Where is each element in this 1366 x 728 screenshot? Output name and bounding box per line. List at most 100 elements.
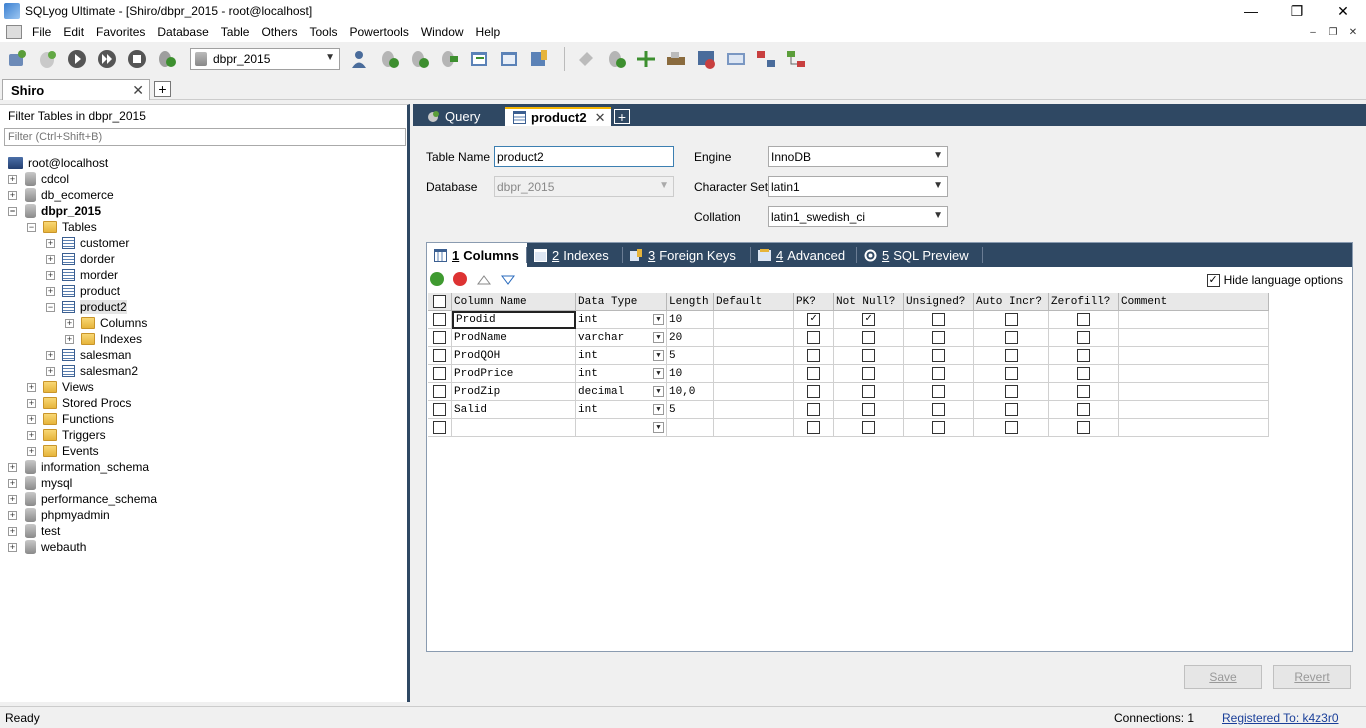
- default-cell[interactable]: [714, 383, 794, 401]
- row-select-cell[interactable]: [428, 329, 452, 347]
- checkbox-unchecked[interactable]: [433, 313, 446, 326]
- expand-icon[interactable]: +: [8, 462, 17, 472]
- chevron-down-icon[interactable]: ▼: [653, 404, 664, 415]
- length-cell[interactable]: 10: [667, 365, 714, 383]
- backup-database-icon[interactable]: [376, 46, 402, 72]
- checkbox-unchecked[interactable]: [433, 367, 446, 380]
- tree-item[interactable]: + cdcol: [8, 171, 69, 187]
- export-table-icon[interactable]: [466, 46, 492, 72]
- pk-cell[interactable]: [794, 419, 834, 437]
- restore-database-icon[interactable]: [406, 46, 432, 72]
- add-column-icon[interactable]: [430, 272, 444, 286]
- filter-tables-input[interactable]: [4, 128, 406, 146]
- chevron-down-icon[interactable]: ▼: [653, 368, 664, 379]
- autoinc-cell[interactable]: [974, 383, 1049, 401]
- checkbox-unchecked[interactable]: [1004, 313, 1018, 326]
- tab-advanced[interactable]: 4 Advanced: [751, 243, 857, 267]
- close-icon[interactable]: ✕: [132, 82, 144, 99]
- menu-file[interactable]: File: [26, 25, 57, 39]
- row-select-cell[interactable]: [428, 365, 452, 383]
- row-select-cell[interactable]: [428, 383, 452, 401]
- select-all-checkbox[interactable]: [433, 295, 446, 308]
- collapse-icon[interactable]: −: [8, 206, 17, 216]
- checkbox-unchecked[interactable]: [1004, 385, 1018, 398]
- default-cell[interactable]: [714, 311, 794, 329]
- import-external-data-icon[interactable]: [663, 46, 689, 72]
- checkbox-unchecked[interactable]: [433, 403, 446, 416]
- checkbox-unchecked[interactable]: [932, 349, 945, 362]
- checkbox-unchecked[interactable]: [433, 349, 446, 362]
- checkbox-unchecked[interactable]: [807, 367, 820, 380]
- menu-database[interactable]: Database: [151, 25, 214, 39]
- tree-item[interactable]: + Functions: [27, 411, 114, 427]
- checkbox-unchecked[interactable]: [862, 367, 875, 380]
- checkbox-unchecked[interactable]: [1077, 385, 1090, 398]
- checkbox-unchecked[interactable]: [1077, 349, 1090, 362]
- close-icon[interactable]: ✕: [595, 110, 606, 126]
- expand-icon[interactable]: +: [65, 334, 74, 344]
- notnull-cell[interactable]: [834, 347, 904, 365]
- zerofill-cell[interactable]: [1049, 311, 1119, 329]
- mdi-close-button[interactable]: ✕: [1344, 25, 1362, 39]
- delete-column-icon[interactable]: [453, 272, 467, 286]
- engine-select[interactable]: InnoDB ▼: [768, 146, 948, 167]
- hide-language-options-checkbox[interactable]: ✓ Hide language options: [1206, 273, 1343, 287]
- type-cell[interactable]: decimal ▼: [576, 383, 667, 401]
- notnull-cell[interactable]: [834, 419, 904, 437]
- table-name-input[interactable]: product2: [494, 146, 674, 167]
- row-select-cell[interactable]: [428, 419, 452, 437]
- comment-cell[interactable]: [1119, 347, 1269, 365]
- database-diagram-icon[interactable]: [783, 46, 809, 72]
- comment-cell[interactable]: [1119, 419, 1269, 437]
- notnull-cell[interactable]: [834, 383, 904, 401]
- checkbox-unchecked[interactable]: [1077, 403, 1090, 416]
- zerofill-cell[interactable]: [1049, 347, 1119, 365]
- restore-button[interactable]: ❐: [1274, 0, 1320, 22]
- revert-button[interactable]: Revert: [1273, 665, 1351, 689]
- menu-help[interactable]: Help: [470, 25, 507, 39]
- table-key-icon[interactable]: [526, 46, 552, 72]
- tree-item[interactable]: + morder: [46, 267, 118, 283]
- tree-item[interactable]: + db_ecomerce: [8, 187, 114, 203]
- move-down-icon[interactable]: [501, 275, 515, 285]
- collapse-icon[interactable]: −: [46, 302, 55, 312]
- type-cell[interactable]: varchar ▼: [576, 329, 667, 347]
- table-data-icon[interactable]: [496, 46, 522, 72]
- comment-cell[interactable]: [1119, 311, 1269, 329]
- autoinc-cell[interactable]: [974, 329, 1049, 347]
- column-name-cell[interactable]: [452, 419, 576, 437]
- scheduled-jobs-icon[interactable]: [693, 46, 719, 72]
- zerofill-cell[interactable]: [1049, 365, 1119, 383]
- pk-cell[interactable]: [794, 365, 834, 383]
- unsigned-cell[interactable]: [904, 365, 974, 383]
- checkbox-unchecked[interactable]: [862, 331, 875, 344]
- autoinc-cell[interactable]: [974, 311, 1049, 329]
- data-sync-icon[interactable]: [633, 46, 659, 72]
- checkbox-checked[interactable]: ✓: [1206, 273, 1220, 287]
- refresh-icon[interactable]: [154, 46, 180, 72]
- type-cell[interactable]: int ▼: [576, 347, 667, 365]
- checkbox-unchecked[interactable]: [932, 367, 945, 380]
- select-all-checkbox-cell[interactable]: [428, 293, 452, 311]
- tree-item[interactable]: + information_schema: [8, 459, 149, 475]
- checkbox-unchecked[interactable]: [807, 403, 820, 416]
- notnull-cell[interactable]: [834, 329, 904, 347]
- connection-tab-shiro[interactable]: Shiro ✕: [2, 79, 150, 100]
- tree-item[interactable]: + Events: [27, 443, 99, 459]
- column-name-cell[interactable]: ProdZip: [452, 383, 576, 401]
- tree-item[interactable]: − dbpr_2015: [8, 203, 101, 219]
- expand-icon[interactable]: +: [27, 382, 36, 392]
- length-cell[interactable]: 20: [667, 329, 714, 347]
- type-cell[interactable]: int ▼: [576, 365, 667, 383]
- expand-icon[interactable]: +: [46, 254, 55, 264]
- zerofill-cell[interactable]: [1049, 329, 1119, 347]
- stop-query-icon[interactable]: [124, 46, 150, 72]
- checkbox-unchecked[interactable]: [862, 403, 875, 416]
- tree-item[interactable]: + phpmyadmin: [8, 507, 110, 523]
- checkbox-unchecked[interactable]: [932, 331, 945, 344]
- character-set-select[interactable]: latin1 ▼: [768, 176, 948, 197]
- chevron-down-icon[interactable]: ▼: [653, 314, 664, 325]
- checkbox-unchecked[interactable]: [433, 385, 446, 398]
- unsigned-cell[interactable]: [904, 419, 974, 437]
- comment-cell[interactable]: [1119, 329, 1269, 347]
